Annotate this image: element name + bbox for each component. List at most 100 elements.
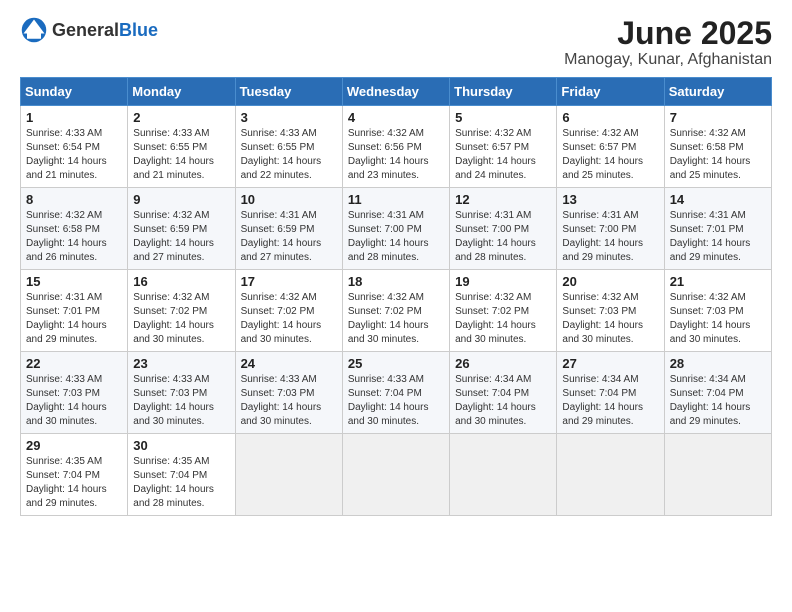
calendar-cell: 15 Sunrise: 4:31 AMSunset: 7:01 PMDayligh…: [21, 270, 128, 352]
day-number: 29: [26, 438, 122, 453]
weekday-header-saturday: Saturday: [664, 78, 771, 106]
calendar-cell: 7Sunrise: 4:32 AMSunset: 6:58 PMDaylight…: [664, 106, 771, 188]
calendar-cell: 25 Sunrise: 4:33 AMSunset: 7:04 PMDayligh…: [342, 352, 449, 434]
week-row-1: 1 Sunrise: 4:33 AMSunset: 6:54 PMDaylight…: [21, 106, 772, 188]
day-number: 26: [455, 356, 551, 371]
day-info: Sunrise: 4:32 AMSunset: 7:02 PMDaylight:…: [241, 291, 337, 347]
calendar-body: 1 Sunrise: 4:33 AMSunset: 6:54 PMDaylight…: [21, 106, 772, 516]
logo-general: GeneralBlue: [52, 20, 158, 41]
calendar-cell: 1 Sunrise: 4:33 AMSunset: 6:54 PMDaylight…: [21, 106, 128, 188]
weekday-header-friday: Friday: [557, 78, 664, 106]
day-info: Sunrise: 4:34 AMSunset: 7:04 PMDaylight:…: [562, 373, 658, 429]
header: GeneralBlue June 2025 Manogay, Kunar, Af…: [20, 16, 772, 69]
day-info: Sunrise: 4:32 AMSunset: 7:03 PMDaylight:…: [670, 291, 766, 347]
calendar-cell: 19Sunrise: 4:32 AMSunset: 7:02 PMDayligh…: [450, 270, 557, 352]
day-info: Sunrise: 4:32 AMSunset: 7:03 PMDaylight:…: [562, 291, 658, 347]
calendar-subtitle: Manogay, Kunar, Afghanistan: [564, 51, 772, 69]
day-number: 20: [562, 274, 658, 289]
weekday-header-tuesday: Tuesday: [235, 78, 342, 106]
logo: GeneralBlue: [20, 16, 158, 44]
week-row-2: 8 Sunrise: 4:32 AMSunset: 6:58 PMDaylight…: [21, 188, 772, 270]
day-number: 14: [670, 192, 766, 207]
calendar-cell: [557, 434, 664, 516]
day-info: Sunrise: 4:31 AMSunset: 7:01 PMDaylight:…: [26, 291, 122, 347]
calendar-cell: 23Sunrise: 4:33 AMSunset: 7:03 PMDayligh…: [128, 352, 235, 434]
day-info: Sunrise: 4:32 AMSunset: 6:57 PMDaylight:…: [562, 127, 658, 183]
day-info: Sunrise: 4:33 AMSunset: 6:55 PMDaylight:…: [241, 127, 337, 183]
calendar-cell: [664, 434, 771, 516]
day-number: 12: [455, 192, 551, 207]
calendar-cell: 9 Sunrise: 4:32 AMSunset: 6:59 PMDaylight…: [128, 188, 235, 270]
day-number: 28: [670, 356, 766, 371]
calendar-cell: 11 Sunrise: 4:31 AMSunset: 7:00 PMDayligh…: [342, 188, 449, 270]
day-info: Sunrise: 4:32 AMSunset: 6:58 PMDaylight:…: [670, 127, 766, 183]
calendar-cell: [342, 434, 449, 516]
calendar-table: SundayMondayTuesdayWednesdayThursdayFrid…: [20, 77, 772, 516]
day-info: Sunrise: 4:32 AMSunset: 6:58 PMDaylight:…: [26, 209, 122, 265]
day-number: 30: [133, 438, 229, 453]
calendar-cell: 30Sunrise: 4:35 AMSunset: 7:04 PMDayligh…: [128, 434, 235, 516]
day-info: Sunrise: 4:32 AMSunset: 7:02 PMDaylight:…: [455, 291, 551, 347]
calendar-cell: [450, 434, 557, 516]
day-number: 6: [562, 110, 658, 125]
calendar-cell: 16 Sunrise: 4:32 AMSunset: 7:02 PMDayligh…: [128, 270, 235, 352]
week-row-4: 22 Sunrise: 4:33 AMSunset: 7:03 PMDayligh…: [21, 352, 772, 434]
calendar-cell: 3 Sunrise: 4:33 AMSunset: 6:55 PMDaylight…: [235, 106, 342, 188]
calendar-cell: 17 Sunrise: 4:32 AMSunset: 7:02 PMDayligh…: [235, 270, 342, 352]
calendar-cell: 14 Sunrise: 4:31 AMSunset: 7:01 PMDayligh…: [664, 188, 771, 270]
day-info: Sunrise: 4:33 AMSunset: 7:03 PMDaylight:…: [241, 373, 337, 429]
day-number: 9: [133, 192, 229, 207]
day-number: 1: [26, 110, 122, 125]
day-info: Sunrise: 4:34 AMSunset: 7:04 PMDaylight:…: [455, 373, 551, 429]
day-info: Sunrise: 4:31 AMSunset: 6:59 PMDaylight:…: [241, 209, 337, 265]
calendar-cell: 6 Sunrise: 4:32 AMSunset: 6:57 PMDaylight…: [557, 106, 664, 188]
day-info: Sunrise: 4:31 AMSunset: 7:00 PMDaylight:…: [562, 209, 658, 265]
day-number: 22: [26, 356, 122, 371]
calendar-cell: 20 Sunrise: 4:32 AMSunset: 7:03 PMDayligh…: [557, 270, 664, 352]
title-block: June 2025 Manogay, Kunar, Afghanistan: [564, 16, 772, 69]
calendar-cell: 4 Sunrise: 4:32 AMSunset: 6:56 PMDaylight…: [342, 106, 449, 188]
day-info: Sunrise: 4:31 AMSunset: 7:01 PMDaylight:…: [670, 209, 766, 265]
calendar-cell: 5Sunrise: 4:32 AMSunset: 6:57 PMDaylight…: [450, 106, 557, 188]
day-number: 5: [455, 110, 551, 125]
week-row-3: 15 Sunrise: 4:31 AMSunset: 7:01 PMDayligh…: [21, 270, 772, 352]
weekday-header-sunday: Sunday: [21, 78, 128, 106]
day-number: 21: [670, 274, 766, 289]
calendar-cell: 29 Sunrise: 4:35 AMSunset: 7:04 PMDayligh…: [21, 434, 128, 516]
day-number: 24: [241, 356, 337, 371]
logo-icon: [20, 16, 48, 44]
day-number: 18: [348, 274, 444, 289]
calendar-cell: 21 Sunrise: 4:32 AMSunset: 7:03 PMDayligh…: [664, 270, 771, 352]
day-info: Sunrise: 4:34 AMSunset: 7:04 PMDaylight:…: [670, 373, 766, 429]
day-info: Sunrise: 4:32 AMSunset: 6:59 PMDaylight:…: [133, 209, 229, 265]
weekday-header-wednesday: Wednesday: [342, 78, 449, 106]
day-info: Sunrise: 4:35 AMSunset: 7:04 PMDaylight:…: [26, 455, 122, 511]
day-number: 10: [241, 192, 337, 207]
day-number: 27: [562, 356, 658, 371]
day-info: Sunrise: 4:33 AMSunset: 7:03 PMDaylight:…: [133, 373, 229, 429]
day-number: 3: [241, 110, 337, 125]
calendar-cell: 27 Sunrise: 4:34 AMSunset: 7:04 PMDayligh…: [557, 352, 664, 434]
day-number: 16: [133, 274, 229, 289]
day-info: Sunrise: 4:33 AMSunset: 6:54 PMDaylight:…: [26, 127, 122, 183]
day-info: Sunrise: 4:33 AMSunset: 7:03 PMDaylight:…: [26, 373, 122, 429]
day-number: 4: [348, 110, 444, 125]
day-info: Sunrise: 4:32 AMSunset: 6:56 PMDaylight:…: [348, 127, 444, 183]
day-number: 8: [26, 192, 122, 207]
calendar-cell: 22 Sunrise: 4:33 AMSunset: 7:03 PMDayligh…: [21, 352, 128, 434]
day-info: Sunrise: 4:33 AMSunset: 7:04 PMDaylight:…: [348, 373, 444, 429]
calendar-title: June 2025: [564, 16, 772, 51]
day-info: Sunrise: 4:32 AMSunset: 7:02 PMDaylight:…: [133, 291, 229, 347]
weekday-header-row: SundayMondayTuesdayWednesdayThursdayFrid…: [21, 78, 772, 106]
day-info: Sunrise: 4:31 AMSunset: 7:00 PMDaylight:…: [348, 209, 444, 265]
calendar-cell: 26 Sunrise: 4:34 AMSunset: 7:04 PMDayligh…: [450, 352, 557, 434]
day-number: 11: [348, 192, 444, 207]
day-info: Sunrise: 4:32 AMSunset: 7:02 PMDaylight:…: [348, 291, 444, 347]
day-number: 15: [26, 274, 122, 289]
calendar-cell: 24 Sunrise: 4:33 AMSunset: 7:03 PMDayligh…: [235, 352, 342, 434]
day-number: 25: [348, 356, 444, 371]
calendar-cell: [235, 434, 342, 516]
day-number: 17: [241, 274, 337, 289]
week-row-5: 29 Sunrise: 4:35 AMSunset: 7:04 PMDayligh…: [21, 434, 772, 516]
calendar-cell: 13Sunrise: 4:31 AMSunset: 7:00 PMDayligh…: [557, 188, 664, 270]
